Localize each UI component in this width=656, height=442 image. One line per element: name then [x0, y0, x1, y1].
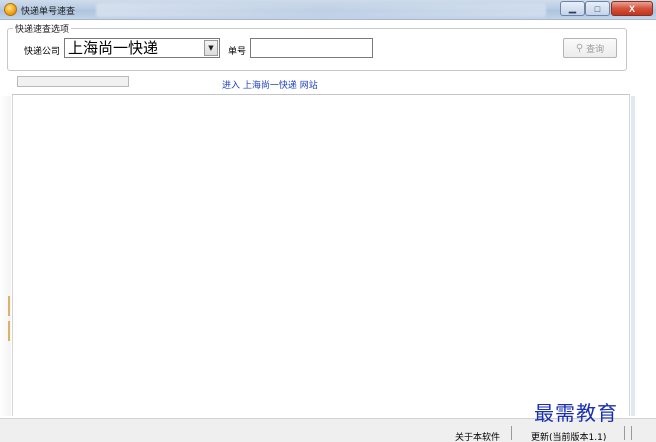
tracking-number-input[interactable]: [250, 38, 373, 58]
dropdown-arrow-icon[interactable]: ▼: [204, 40, 218, 56]
resize-grip[interactable]: [624, 426, 632, 440]
progress-bar: [17, 76, 129, 87]
company-website-link[interactable]: 进入 上海尚一快递 网站: [222, 78, 318, 91]
edge-marker: [8, 321, 10, 341]
title-bar[interactable]: 快递单号速查 ▁ □ X: [0, 0, 656, 20]
blurred-taskbar-overlay: [96, 3, 546, 17]
company-label: 快递公司: [24, 47, 61, 57]
query-button-label: 查询: [586, 43, 605, 54]
company-select-value: 上海尚一快递: [68, 39, 159, 57]
close-button[interactable]: X: [611, 1, 653, 16]
results-browser-area[interactable]: [12, 94, 630, 416]
right-edge: [631, 96, 635, 416]
about-software-link[interactable]: 关于本软件: [455, 430, 500, 442]
status-separator: [511, 426, 512, 440]
update-version-link[interactable]: 更新(当前版本1.1): [531, 430, 606, 442]
maximize-button[interactable]: □: [585, 1, 610, 16]
group-title: 快递速查选项: [13, 22, 72, 35]
query-button[interactable]: ⚲ 查询: [563, 38, 617, 58]
key-icon: ⚲: [575, 42, 584, 54]
tracking-number-label: 单号: [228, 47, 247, 57]
left-edge: [0, 96, 11, 416]
edge-marker: [8, 296, 10, 316]
minimize-button[interactable]: ▁: [560, 1, 585, 16]
company-select[interactable]: 上海尚一快递 ▼: [64, 38, 220, 58]
app-window: 快递单号速查 ▁ □ X 快递速查选项 快递公司 上海尚一快递 ▼ 单号 ⚲ 查…: [0, 0, 656, 442]
watermark-text: 最需教育: [534, 401, 618, 425]
app-icon: [4, 3, 17, 16]
window-title: 快递单号速查: [21, 7, 76, 17]
